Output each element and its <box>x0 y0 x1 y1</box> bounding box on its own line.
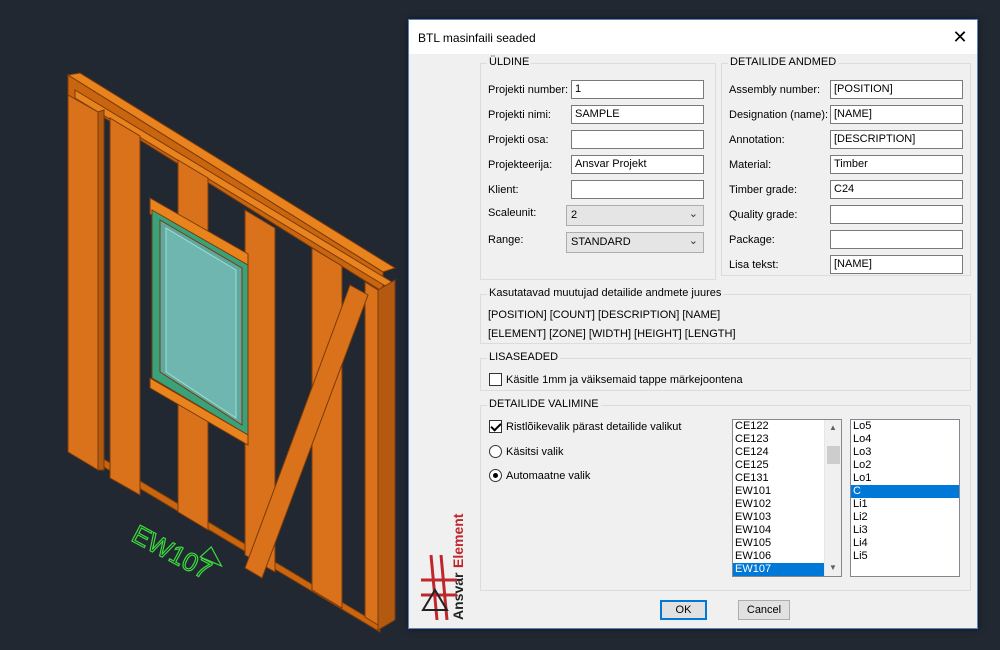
group-variables-heading: Kasutatavad muutujad detailide andmete j… <box>487 287 724 299</box>
checkbox-cross-section-label[interactable]: Ristlõikevalik pärast detailide valikut <box>506 421 681 433</box>
variables-line-1: [POSITION] [COUNT] [DESCRIPTION] [NAME] <box>488 309 721 321</box>
label-material: Material: <box>729 159 772 171</box>
input-package[interactable] <box>830 230 963 249</box>
layer-list-item[interactable]: Li3 <box>851 524 959 537</box>
label-projekteerija: Projekteerija: <box>488 159 553 171</box>
input-lisa-tekst[interactable]: [NAME] <box>830 255 963 274</box>
group-uldine-heading: ÜLDINE <box>487 56 532 68</box>
label-annotation: Annotation: <box>729 134 785 146</box>
input-material[interactable]: Timber <box>830 155 963 174</box>
checkbox-small-tenons-label[interactable]: Käsitle 1mm ja väiksemaid tappe märkejoo… <box>506 374 743 386</box>
chevron-down-icon: ⌄ <box>688 235 698 247</box>
label-projekti-nimi: Projekti nimi: <box>488 109 551 121</box>
label-package: Package: <box>729 234 775 246</box>
layer-list-item[interactable]: Lo3 <box>851 446 959 459</box>
close-icon[interactable]: ✕ <box>943 20 977 54</box>
layer-list-item[interactable]: Lo5 <box>851 420 959 433</box>
radio-auto-selection-label[interactable]: Automaatne valik <box>506 470 590 482</box>
element-listbox[interactable]: CE122 CE123 CE124 CE125 CE131 EW101 EW102 EW103… <box>732 419 842 577</box>
layer-list-item[interactable]: Li2 <box>851 511 959 524</box>
ok-button[interactable]: OK <box>660 600 707 620</box>
checkbox-small-tenons[interactable] <box>489 373 502 386</box>
scroll-up-icon[interactable]: ▲ <box>825 420 841 436</box>
layer-list-item[interactable]: Lo2 <box>851 459 959 472</box>
select-range-value: STANDARD <box>571 236 631 248</box>
input-quality-grade[interactable] <box>830 205 963 224</box>
group-lisaseaded-heading: LISASEADED <box>487 351 561 363</box>
radio-manual-selection-label[interactable]: Käsitsi valik <box>506 446 563 458</box>
layer-list-item[interactable]: Lo4 <box>851 433 959 446</box>
label-lisa-tekst: Lisa tekst: <box>729 259 779 271</box>
input-projekteerija[interactable]: Ansvar Projekt <box>571 155 704 174</box>
label-projekti-osa: Projekti osa: <box>488 134 549 146</box>
label-quality-grade: Quality grade: <box>729 209 798 221</box>
layer-list-item[interactable]: Li4 <box>851 537 959 550</box>
dialog-title: BTL masinfaili seaded <box>418 31 536 45</box>
scroll-down-icon[interactable]: ▼ <box>825 560 841 576</box>
radio-manual-selection[interactable] <box>489 445 502 458</box>
variables-line-2: [ELEMENT] [ZONE] [WIDTH] [HEIGHT] [LENGT… <box>488 328 736 340</box>
dialog-titlebar[interactable]: BTL masinfaili seaded ✕ <box>409 20 977 54</box>
input-projekti-osa[interactable] <box>571 130 704 149</box>
input-annotation[interactable]: [DESCRIPTION] <box>830 130 963 149</box>
input-designation[interactable]: [NAME] <box>830 105 963 124</box>
layer-list-item[interactable]: Li5 <box>851 550 959 563</box>
input-timber-grade[interactable]: C24 <box>830 180 963 199</box>
input-assembly-number[interactable]: [POSITION] <box>830 80 963 99</box>
label-assembly-number: Assembly number: <box>729 84 821 96</box>
group-detailide-andmed-heading: DETAILIDE ANDMED <box>728 56 839 68</box>
select-scaleunit-value: 2 <box>571 209 578 221</box>
label-klient: Klient: <box>488 184 519 196</box>
layer-list-item[interactable]: Lo1 <box>851 472 959 485</box>
input-klient[interactable] <box>571 180 704 199</box>
element-listbox-scrollbar[interactable]: ▲ ▼ <box>824 420 841 576</box>
layer-list-item[interactable]: Li1 <box>851 498 959 511</box>
select-range[interactable]: STANDARD ⌄ <box>566 232 704 253</box>
label-scaleunit: Scaleunit: <box>488 207 537 219</box>
cancel-button[interactable]: Cancel <box>738 600 790 620</box>
ansvar-element-logo: Ansvar Element <box>421 513 466 620</box>
label-projekti-number: Projekti number: <box>488 84 569 96</box>
logo-text-element: Element <box>450 513 466 568</box>
layer-listbox[interactable]: Lo5 Lo4 Lo3 Lo2 Lo1 C Li1 Li2 Li3 Li4 Li5 <box>850 419 960 577</box>
btl-settings-dialog[interactable]: BTL masinfaili seaded ✕ Ansvar Element Ü… <box>408 19 978 629</box>
checkbox-cross-section[interactable] <box>489 420 502 433</box>
input-projekti-number[interactable]: 1 <box>571 80 704 99</box>
label-timber-grade: Timber grade: <box>729 184 798 196</box>
group-detailide-valimine-heading: DETAILIDE VALIMINE <box>487 398 601 410</box>
label-range: Range: <box>488 234 524 246</box>
input-projekti-nimi[interactable]: SAMPLE <box>571 105 704 124</box>
label-designation: Designation (name): <box>729 109 829 121</box>
layer-list-item[interactable]: C <box>851 485 959 498</box>
chevron-down-icon: ⌄ <box>688 208 698 220</box>
radio-auto-selection[interactable] <box>489 469 502 482</box>
select-scaleunit[interactable]: 2 ⌄ <box>566 205 704 226</box>
scroll-thumb[interactable] <box>827 446 840 464</box>
